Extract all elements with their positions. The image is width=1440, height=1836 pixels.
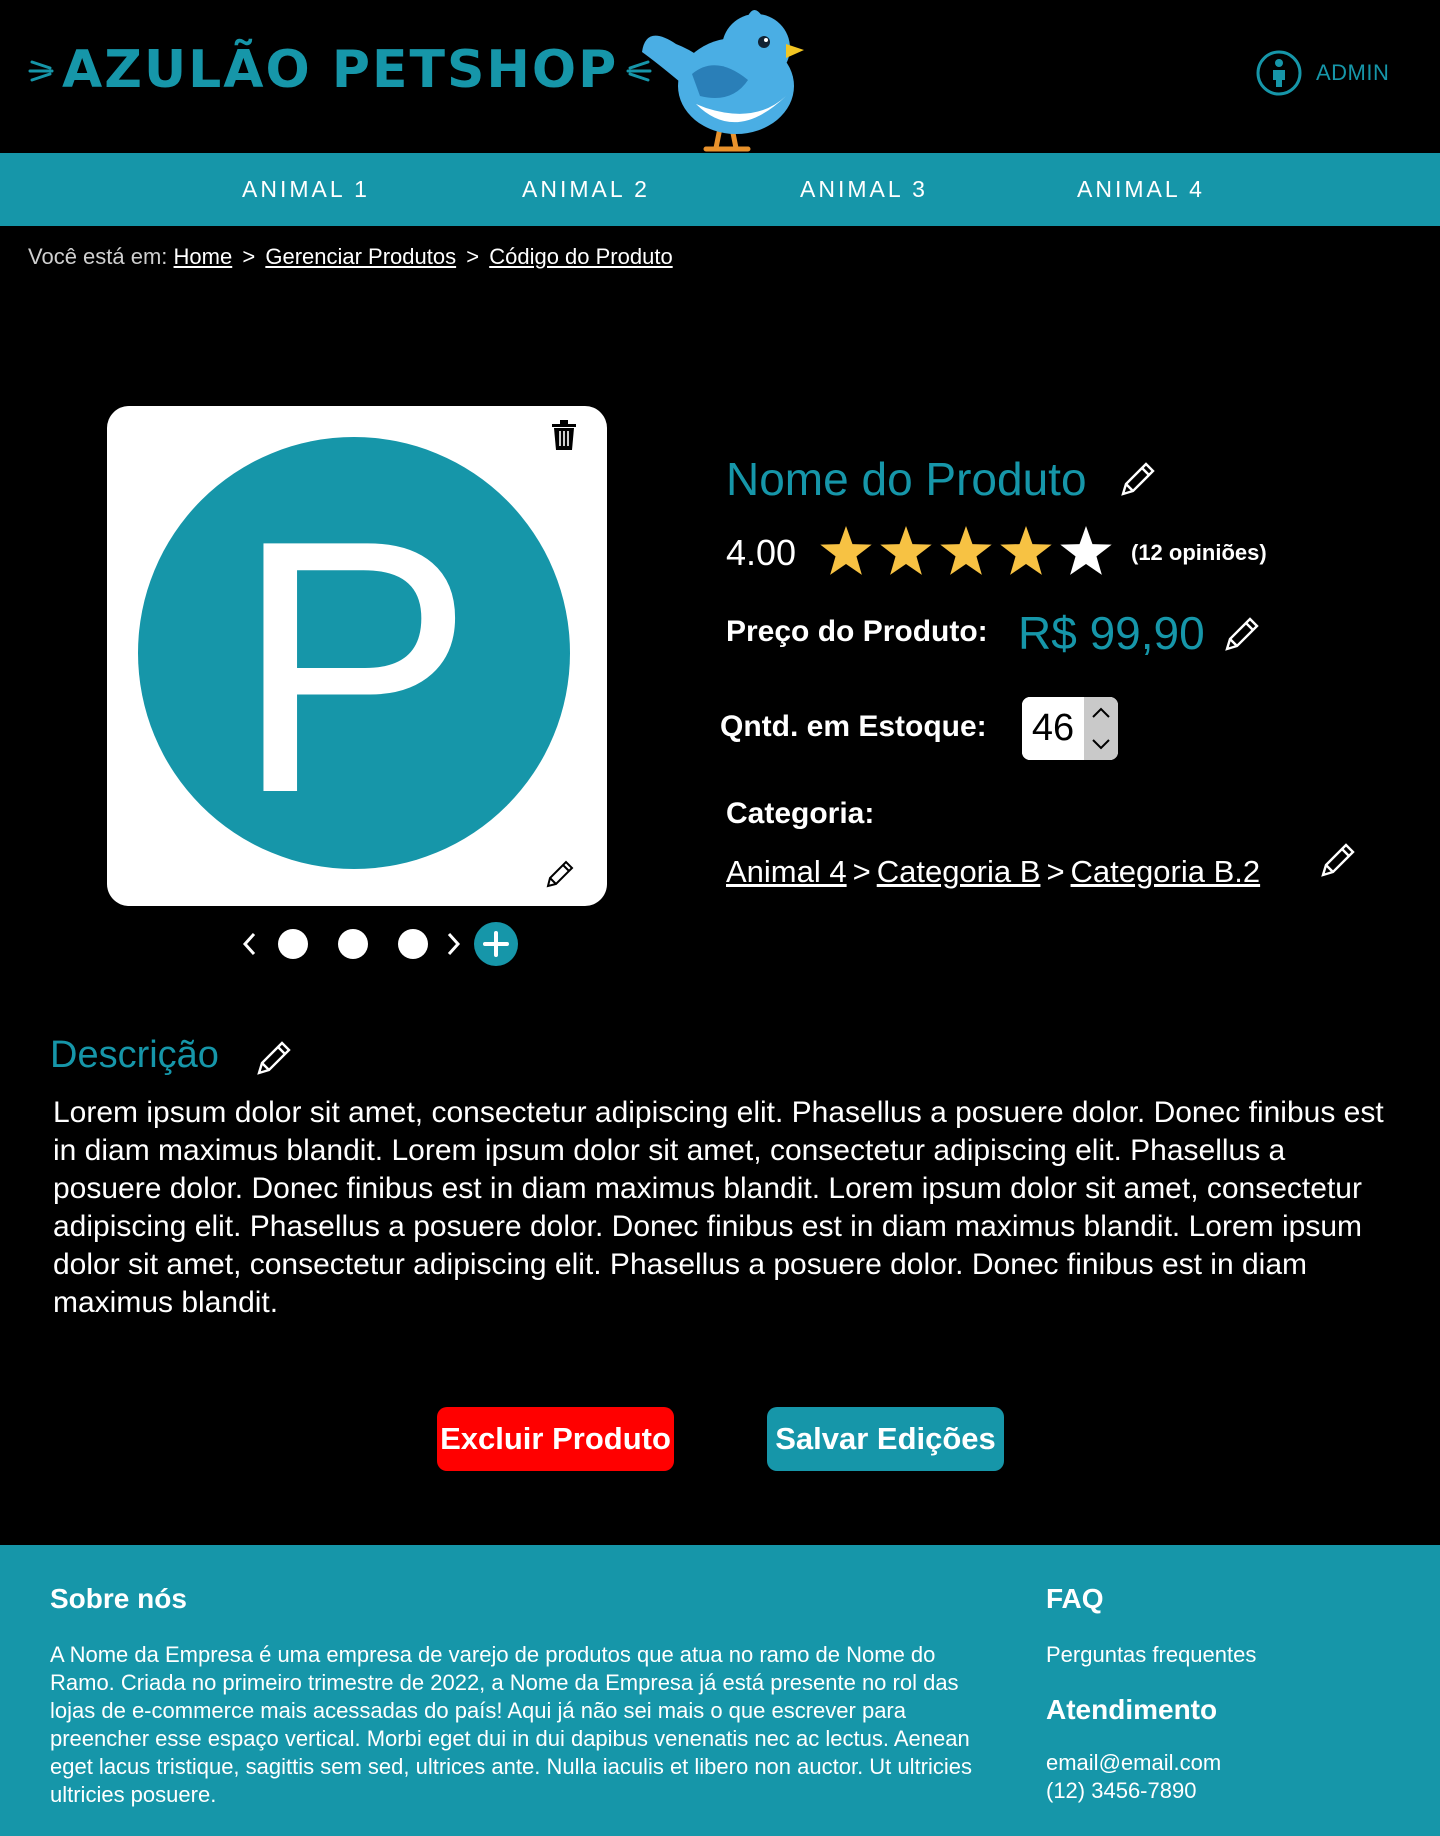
- star-icon: [820, 526, 872, 575]
- product-price: R$ 99,90: [1018, 607, 1205, 659]
- product-image-card: P: [107, 406, 607, 906]
- product-name: Nome do Produto: [726, 453, 1087, 505]
- carousel-dot-1[interactable]: [278, 929, 308, 959]
- delete-image-trash-icon[interactable]: [551, 420, 577, 450]
- site-footer: Sobre nós A Nome da Empresa é uma empres…: [0, 1545, 1440, 1836]
- category-label: Categoria:: [726, 797, 875, 830]
- stepper-arrows: [1084, 697, 1118, 760]
- category-separator: >: [852, 854, 871, 889]
- edit-image-pencil-icon[interactable]: [544, 858, 576, 890]
- edit-name-pencil-icon[interactable]: [1118, 459, 1158, 499]
- admin-account-button[interactable]: ADMIN: [1256, 50, 1389, 96]
- edit-category-pencil-icon[interactable]: [1318, 840, 1358, 880]
- breadcrumb: Você está em: Home > Gerenciar Produtos …: [28, 244, 673, 270]
- rating-stars: [820, 526, 1112, 575]
- breadcrumb-prefix: Você está em:: [28, 244, 168, 269]
- save-edits-button[interactable]: Salvar Edições: [767, 1407, 1004, 1471]
- chevron-up-icon: [1092, 707, 1110, 718]
- logo-left-flourish-icon: [28, 60, 54, 82]
- breadcrumb-home-link[interactable]: Home: [174, 244, 233, 269]
- add-image-plus-icon[interactable]: [474, 922, 518, 966]
- carousel-next-chevron-icon[interactable]: [443, 930, 463, 958]
- bluebird-mascot-icon: [642, 10, 804, 152]
- carousel-prev-chevron-icon[interactable]: [240, 930, 260, 958]
- category-link-animal[interactable]: Animal 4: [726, 854, 847, 889]
- star-icon: [880, 526, 932, 575]
- footer-phone: (12) 3456-7890: [1046, 1778, 1197, 1803]
- user-accessibility-icon: [1256, 50, 1302, 96]
- category-separator: >: [1046, 854, 1065, 889]
- category-path: Animal 4 > Categoria B > Categoria B.2: [726, 854, 1260, 890]
- footer-faq-title: FAQ: [1046, 1583, 1104, 1614]
- stepper-up-button[interactable]: [1084, 697, 1118, 729]
- product-image-letter: P: [234, 466, 474, 868]
- star-icon: [1000, 526, 1052, 575]
- reviews-count[interactable]: (12 opiniões): [1131, 540, 1267, 566]
- footer-about-text: A Nome da Empresa é uma empresa de varej…: [50, 1642, 972, 1807]
- description-text: Lorem ipsum dolor sit amet, consectetur …: [53, 1096, 1384, 1319]
- star-icon: [1060, 526, 1112, 575]
- site-header: AZULÃO PETSHOP ADMIN: [0, 0, 1440, 153]
- footer-email[interactable]: email@email.com: [1046, 1749, 1221, 1777]
- breadcrumb-manage-products-link[interactable]: Gerenciar Produtos: [265, 244, 456, 269]
- product-image: P: [138, 437, 570, 869]
- carousel-dot-3[interactable]: [398, 929, 428, 959]
- nav-item-animal-4[interactable]: ANIMAL 4: [1031, 153, 1251, 226]
- category-link-subcategory[interactable]: Categoria B.2: [1071, 854, 1261, 889]
- logo-text: AZULÃO PETSHOP: [62, 40, 619, 100]
- rating-value: 4.00: [726, 532, 797, 573]
- stock-quantity-input[interactable]: 46: [1022, 697, 1084, 760]
- image-carousel: [240, 922, 530, 966]
- footer-faq-link[interactable]: Perguntas frequentes: [1046, 1641, 1256, 1669]
- carousel-dot-2[interactable]: [338, 929, 368, 959]
- nav-item-animal-2[interactable]: ANIMAL 2: [476, 153, 696, 226]
- category-link-category[interactable]: Categoria B: [877, 854, 1041, 889]
- footer-support-title: Atendimento: [1046, 1694, 1218, 1725]
- description-title: Descrição: [50, 1034, 219, 1076]
- nav-item-animal-3[interactable]: ANIMAL 3: [754, 153, 974, 226]
- category-nav: ANIMAL 1 ANIMAL 2 ANIMAL 3 ANIMAL 4: [0, 153, 1440, 226]
- price-label: Preço do Produto:: [726, 615, 988, 648]
- admin-label: ADMIN: [1316, 60, 1390, 85]
- edit-description-pencil-icon[interactable]: [254, 1038, 294, 1078]
- delete-product-button[interactable]: Excluir Produto: [437, 1407, 674, 1471]
- nav-item-animal-1[interactable]: ANIMAL 1: [196, 153, 416, 226]
- stock-quantity-stepper: 46: [1022, 697, 1118, 760]
- breadcrumb-separator: >: [242, 244, 256, 269]
- stock-label: Qntd. em Estoque:: [720, 710, 987, 743]
- chevron-down-icon: [1092, 739, 1110, 750]
- edit-price-pencil-icon[interactable]: [1222, 614, 1262, 654]
- footer-about-title: Sobre nós: [50, 1583, 187, 1614]
- breadcrumb-product-code-link[interactable]: Código do Produto: [489, 244, 672, 269]
- star-icon: [940, 526, 992, 575]
- stepper-down-button[interactable]: [1084, 729, 1118, 761]
- breadcrumb-separator: >: [466, 244, 480, 269]
- store-logo[interactable]: AZULÃO PETSHOP: [28, 40, 652, 100]
